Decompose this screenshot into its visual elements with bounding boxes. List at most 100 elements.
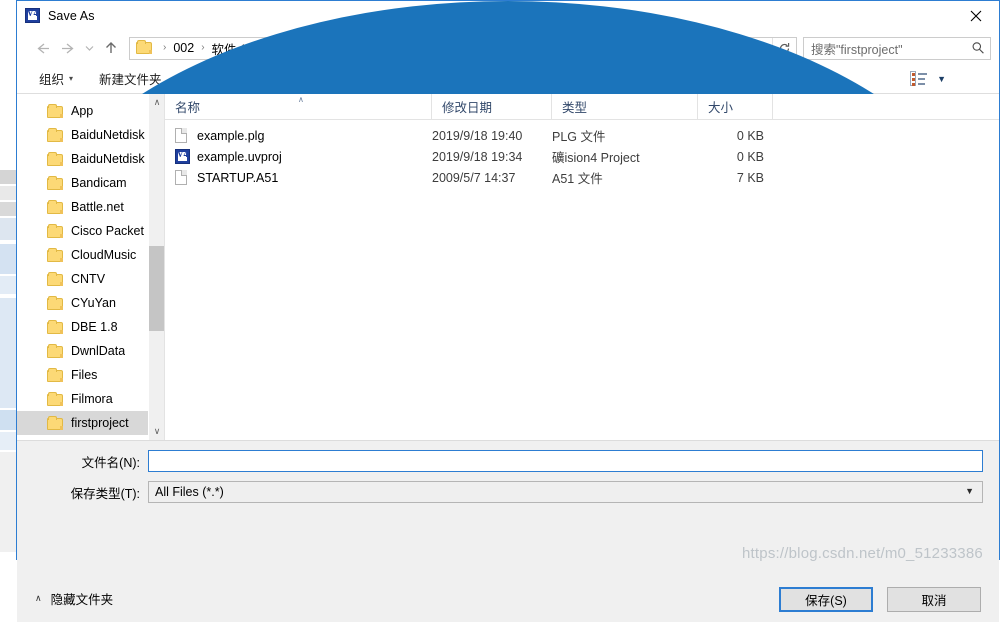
breadcrumb-separator: ›: [163, 42, 167, 53]
column-header-type[interactable]: 类型: [552, 94, 698, 119]
column-header-label: 大小: [708, 101, 734, 115]
hide-folders-label: 隐藏文件夹: [50, 593, 114, 607]
file-name-cell[interactable]: example.plg: [165, 127, 432, 144]
chevron-down-icon: ▼: [965, 486, 974, 496]
filename-label: 文件名(N):: [81, 455, 140, 470]
back-button[interactable]: [31, 36, 55, 60]
close-button[interactable]: [953, 1, 999, 31]
save-form-area: 文件名(N): 保存类型(T): All Files (*.*) ▼ ∧ 隐藏文…: [17, 440, 999, 622]
save-as-dialog: V4 Save As › 002 › 搜索"firstproject" 组织 ▾…: [16, 0, 1000, 622]
tree-item[interactable]: CloudMusic: [17, 243, 164, 267]
save-button[interactable]: 保存(S): [779, 587, 873, 612]
file-date-cell: 2009/5/7 14:37: [432, 170, 516, 185]
tree-item[interactable]: Battle.net: [17, 195, 164, 219]
tree-item[interactable]: DwnlData: [17, 339, 164, 363]
organize-menu-button[interactable]: 组织 ▾: [39, 69, 73, 88]
hide-folders-toggle[interactable]: ∧ 隐藏文件夹: [35, 589, 113, 608]
filename-input[interactable]: [148, 450, 983, 472]
tree-item-label: DBE 1.8: [71, 320, 118, 334]
tree-item[interactable]: BaiduNetdisk: [17, 147, 164, 171]
folder-icon: [47, 175, 63, 190]
dialog-buttons: 保存(S) 取消: [779, 587, 981, 612]
view-layout-icon[interactable]: [910, 71, 928, 86]
file-size-cell: 0 KB: [736, 149, 764, 164]
column-header-label: 类型: [562, 101, 588, 115]
column-header-size[interactable]: 大小: [698, 94, 773, 119]
folder-icon: [47, 415, 63, 430]
tree-item-label: BaiduNetdisk: [71, 128, 145, 142]
keil-uvision-icon: V4: [25, 8, 41, 24]
scrollbar-thumb[interactable]: [149, 246, 164, 331]
view-dropdown-caret-icon[interactable]: ▼: [937, 74, 946, 84]
forward-button[interactable]: [55, 36, 79, 60]
tree-item-label: Filmora: [71, 392, 113, 406]
column-header-row: ∧ 名称 修改日期 类型 大小: [165, 94, 999, 120]
search-box[interactable]: 搜索"firstproject": [803, 36, 991, 60]
breadcrumb-item-0[interactable]: 002: [171, 41, 196, 55]
folder-tree-list: App BaiduNetdisk BaiduNetdisk Bandicam B…: [17, 94, 164, 440]
file-name-cell[interactable]: STARTUP.A51: [165, 169, 432, 186]
tree-item-label: Files: [71, 368, 98, 382]
file-name-label: example.plg: [197, 128, 265, 143]
organize-label: 组织: [39, 73, 65, 87]
tree-item-label: Bandicam: [71, 176, 127, 190]
file-type-cell: A51 文件: [552, 172, 603, 186]
file-size-cell: 0 KB: [736, 128, 764, 143]
tree-item[interactable]: CNTV: [17, 267, 164, 291]
file-date-cell: 2019/9/18 19:34: [432, 149, 523, 164]
help-icon[interactable]: ?: [17, 1, 999, 559]
folder-icon: [47, 391, 63, 406]
column-header-name[interactable]: ∧ 名称: [165, 94, 432, 119]
cancel-button[interactable]: 取消: [887, 587, 981, 612]
file-list-pane: ∧ 名称 修改日期 类型 大小 example.plg 2019/9/18 19…: [165, 94, 999, 440]
tree-item[interactable]: App: [17, 99, 164, 123]
tree-scrollbar[interactable]: ∧ ∨: [148, 94, 164, 440]
filename-row: 文件名(N):: [17, 450, 999, 472]
generic-file-icon: [175, 127, 188, 144]
tree-item-label: CNTV: [71, 272, 106, 286]
folder-icon: [47, 223, 63, 238]
scroll-down-icon[interactable]: ∨: [149, 423, 164, 440]
background-window-strip: [0, 0, 16, 573]
tree-item-label: CYuYan: [71, 296, 116, 310]
column-header-date[interactable]: 修改日期: [432, 94, 552, 119]
file-type-cell: PLG 文件: [552, 130, 606, 144]
filetype-selected-value: All Files (*.*): [155, 485, 224, 499]
search-icon[interactable]: [966, 41, 990, 55]
tree-item-label: App: [71, 104, 94, 118]
recent-locations-button[interactable]: [79, 36, 99, 60]
tree-item[interactable]: Bandicam: [17, 171, 164, 195]
tree-item[interactable]: Files: [17, 363, 164, 387]
tree-item[interactable]: Filmora: [17, 387, 164, 411]
file-name-label: STARTUP.A51: [197, 170, 279, 185]
tree-item-label: BaiduNetdisk: [71, 152, 145, 166]
folder-icon: [47, 271, 63, 286]
tree-item-label: Cisco Packet: [71, 224, 144, 238]
new-folder-button[interactable]: 新建文件夹: [99, 69, 162, 88]
tree-item[interactable]: BaiduNetdisk: [17, 123, 164, 147]
scroll-up-icon[interactable]: ∧: [149, 94, 164, 111]
file-type-cell: 礦ision4 Project: [552, 151, 640, 165]
folder-icon: [136, 40, 153, 55]
folder-icon: [47, 367, 63, 382]
generic-file-icon: [175, 169, 188, 186]
keil-uvision-icon: V4: [175, 148, 190, 165]
file-date-cell: 2019/9/18 19:40: [432, 128, 523, 143]
column-header-filler: [773, 94, 999, 119]
search-input[interactable]: 搜索"firstproject": [804, 39, 966, 58]
column-header-label: 名称: [175, 101, 201, 115]
up-button[interactable]: [99, 36, 123, 60]
file-row[interactable]: STARTUP.A51 2009/5/7 14:37 A51 文件 7 KB: [165, 167, 999, 188]
file-row[interactable]: example.plg 2019/9/18 19:40 PLG 文件 0 KB: [165, 125, 999, 146]
new-folder-label: 新建文件夹: [99, 73, 162, 87]
chevron-down-icon: ▾: [69, 74, 74, 83]
file-name-cell[interactable]: V4 example.uvproj: [165, 148, 432, 165]
browser-panes: App BaiduNetdisk BaiduNetdisk Bandicam B…: [17, 94, 999, 440]
tree-item[interactable]: Cisco Packet: [17, 219, 164, 243]
tree-item[interactable]: CYuYan: [17, 291, 164, 315]
tree-item-firstproject[interactable]: firstproject: [17, 411, 164, 435]
tree-item[interactable]: DBE 1.8: [17, 315, 164, 339]
filetype-select[interactable]: All Files (*.*) ▼: [148, 481, 983, 503]
folder-icon: [47, 151, 63, 166]
file-row[interactable]: V4 example.uvproj 2019/9/18 19:34 礦ision…: [165, 146, 999, 167]
